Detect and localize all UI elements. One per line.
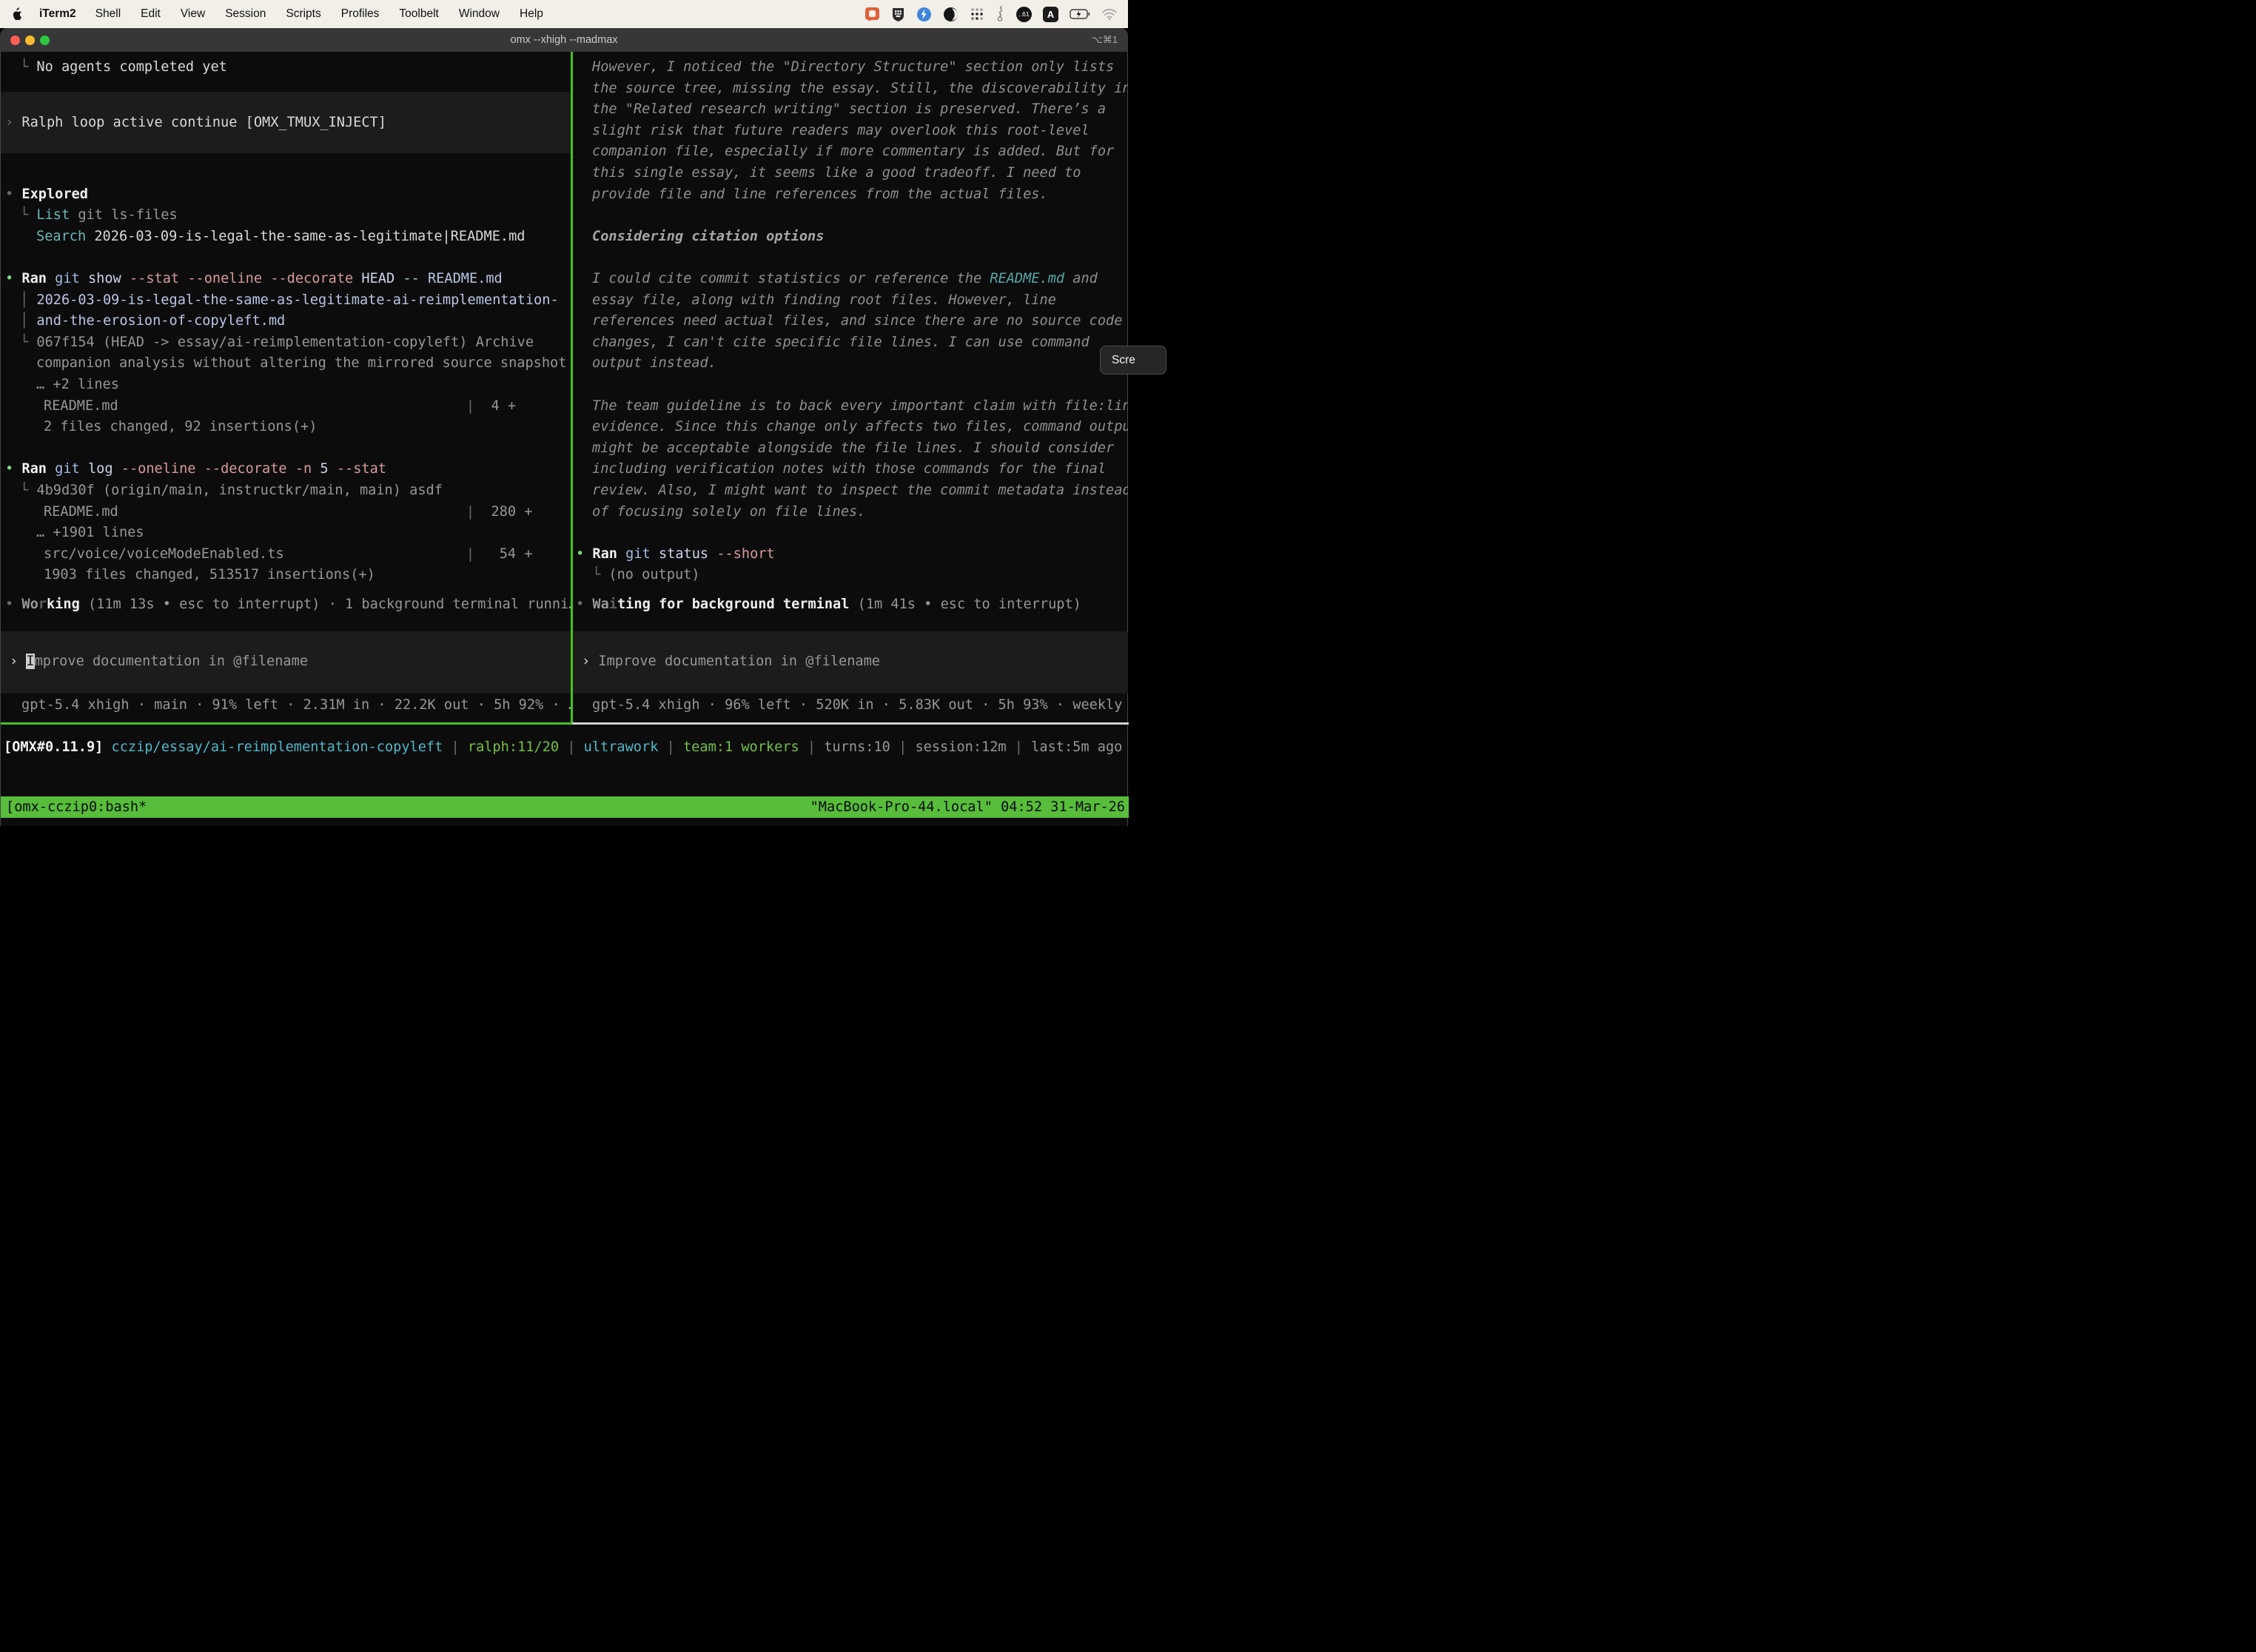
- window-title-bar: omx --xhigh --madmax ⌥⌘1: [0, 28, 1128, 52]
- app-name[interactable]: iTerm2: [39, 7, 76, 21]
- menu-bar-status-icons: ..61 A: [865, 6, 1118, 22]
- dark-pie-icon[interactable]: [943, 7, 959, 22]
- keyboard-shield-icon[interactable]: [891, 7, 905, 22]
- terminal-line: this single essay, it seems like a good …: [592, 164, 1081, 181]
- terminal-line: … +1901 lines: [36, 524, 144, 541]
- terminal-line: src/voice/voiceModeEnabled.ts | 54 +: [44, 545, 533, 563]
- terminal-line: • Ran git status --short: [576, 545, 775, 563]
- omx-status-bar: [OMX#0.11.9] cczip/essay/ai-reimplementa…: [4, 739, 1129, 756]
- terminal-line: changes, I can't cite specific file line…: [592, 334, 1090, 351]
- terminal-line: › Improve documentation in @filename: [582, 653, 880, 670]
- terminal-line: provide file and line references from th…: [592, 186, 1048, 203]
- menu-item-session[interactable]: Session: [225, 7, 266, 21]
- apple-menu-icon[interactable]: [10, 7, 23, 21]
- terminal-line: Search 2026-03-09-is-legal-the-same-as-l…: [36, 228, 525, 245]
- blue-bolt-badge-icon[interactable]: [916, 7, 932, 22]
- menu-item-toolbelt[interactable]: Toolbelt: [399, 7, 438, 21]
- terminal-line: review. Also, I might want to inspect th…: [592, 482, 1128, 499]
- terminal-line: of focusing solely on file lines.: [592, 503, 865, 520]
- terminal-line: companion file, especially if more comme…: [592, 143, 1114, 160]
- terminal-line: └ 4b9d30f (origin/main, instructkr/main,…: [20, 482, 443, 499]
- tmux-pane-right[interactable]: However, I noticed the "Directory Struct…: [573, 52, 1128, 722]
- tmux-pane-border-active: [1, 722, 572, 725]
- wifi-icon[interactable]: [1101, 8, 1118, 20]
- terminal-line: │ and-the-erosion-of-copyleft.md: [20, 312, 285, 329]
- input-source-icon[interactable]: A: [1043, 7, 1058, 22]
- terminal-line: companion analysis without altering the …: [36, 355, 566, 372]
- tmux-pane-border-inactive: [572, 722, 1129, 725]
- terminal-window: └ No agents completed yet › Ralph loop ac…: [0, 52, 1128, 826]
- window-title: omx --xhigh --madmax: [0, 28, 1128, 52]
- menu-item-profiles[interactable]: Profiles: [341, 7, 380, 21]
- terminal-line: [OMX#0.11.9] cczip/essay/ai-reimplementa…: [4, 739, 1122, 756]
- terminal-line: The team guideline is to back every impo…: [592, 397, 1128, 414]
- menu-item-edit[interactable]: Edit: [141, 7, 161, 21]
- menu-item-scripts[interactable]: Scripts: [286, 7, 320, 21]
- menu-items: Shell Edit View Session Scripts Profiles Toolb…: [95, 7, 543, 21]
- terminal-line: gpt-5.4 xhigh · 96% left · 520K in · 5.8…: [592, 696, 1128, 713]
- terminal-line: the "Related research writing" section i…: [592, 101, 1106, 118]
- terminal-line: • Waiting for background terminal (1m 41…: [576, 596, 1081, 613]
- terminal-line: output instead.: [592, 355, 716, 372]
- screen-tooltip: Scre: [1100, 346, 1166, 375]
- battery-icon[interactable]: [1070, 9, 1090, 19]
- countdown-badge-icon[interactable]: ..61: [1016, 7, 1032, 22]
- squiggle-icon[interactable]: [996, 6, 1005, 22]
- terminal-line: › Improve documentation in @filename: [10, 653, 308, 670]
- menu-item-view[interactable]: View: [181, 7, 205, 21]
- terminal-line: essay file, along with finding root file…: [592, 292, 1056, 309]
- terminal-line: README.md | 4 +: [44, 397, 516, 414]
- terminal-line: └ (no output): [592, 566, 700, 583]
- terminal-line: README.md | 280 +: [44, 503, 532, 520]
- terminal-line: │ 2026-03-09-is-legal-the-same-as-legiti…: [20, 292, 559, 309]
- dots-grid-icon[interactable]: [970, 7, 984, 21]
- menu-item-window[interactable]: Window: [459, 7, 500, 21]
- terminal-line: └ No agents completed yet: [20, 58, 227, 75]
- terminal-line: the source tree, missing the essay. Stil…: [592, 80, 1128, 97]
- terminal-line: However, I noticed the "Directory Struct…: [592, 58, 1114, 75]
- tmux-host-clock: "MacBook-Pro-44.local" 04:52 31-Mar-26: [810, 796, 1125, 818]
- terminal-line: • Ran git log --oneline --decorate -n 5 …: [5, 460, 386, 477]
- terminal-line: › Ralph loop active continue [OMX_TMUX_I…: [5, 114, 386, 131]
- terminal-line: 2 files changed, 92 insertions(+): [44, 418, 317, 435]
- terminal-line: gpt-5.4 xhigh · main · 91% left · 2.31M …: [21, 696, 571, 713]
- terminal-line: including verification notes with those …: [592, 460, 1106, 477]
- terminal-line: └ 067f154 (HEAD -> essay/ai-reimplementa…: [20, 334, 534, 351]
- terminal-line: might be acceptable alongside the file l…: [592, 440, 1114, 457]
- menu-item-shell[interactable]: Shell: [95, 7, 121, 21]
- terminal-line: Considering citation options: [592, 228, 824, 245]
- terminal-line: slight risk that future readers may over…: [592, 122, 1090, 139]
- terminal-line: references need actual files, and since …: [592, 312, 1122, 329]
- menu-bar: iTerm2 Shell Edit View Session Scripts Profil…: [0, 0, 1128, 28]
- terminal-line: 1903 files changed, 513517 insertions(+): [44, 566, 375, 583]
- menu-item-help[interactable]: Help: [520, 7, 543, 21]
- terminal-line: └ List git ls-files: [20, 206, 178, 224]
- terminal-line: I could cite commit statistics or refere…: [592, 270, 1098, 287]
- terminal-line: • Ran git show --stat --oneline --decora…: [5, 270, 503, 287]
- tmux-pane-left[interactable]: └ No agents completed yet › Ralph loop ac…: [1, 52, 571, 722]
- terminal-line: evidence. Since this change only affects…: [592, 418, 1128, 435]
- terminal-line: • Explored: [5, 186, 88, 203]
- screenshot-chat-icon[interactable]: [865, 7, 880, 22]
- window-shortcut-badge: ⌥⌘1: [1092, 28, 1118, 52]
- tmux-pane-divider[interactable]: [571, 52, 573, 722]
- tmux-session-name[interactable]: [omx-cczip0:bash*: [6, 796, 147, 818]
- tmux-status-bar: [omx-cczip0:bash* "MacBook-Pro-44.local"…: [1, 796, 1129, 818]
- terminal-line: … +2 lines: [36, 376, 119, 393]
- terminal-line: • Working (11m 13s • esc to interrupt) ·…: [5, 596, 571, 613]
